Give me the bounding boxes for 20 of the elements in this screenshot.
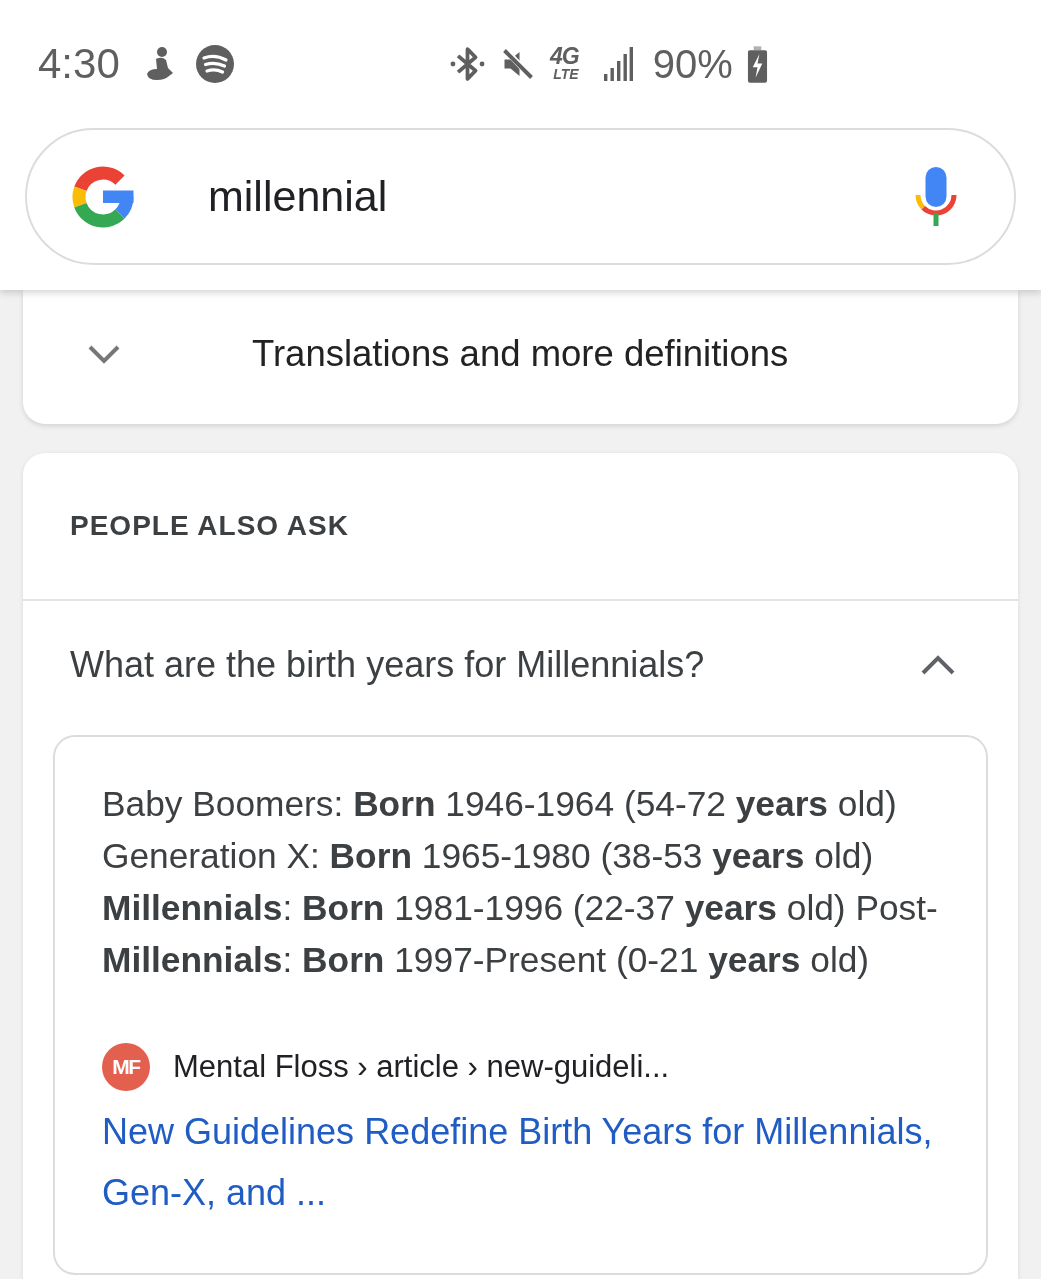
more-definitions-toggle[interactable]: Translations and more definitions (252, 333, 789, 375)
network-type-label: 4G LTE (550, 46, 579, 82)
arcs-in-circle-icon (194, 44, 235, 84)
signal-icon (602, 47, 633, 81)
chevron-down-icon[interactable] (87, 343, 121, 365)
section-heading: PEOPLE ALSO ASK (70, 510, 349, 542)
site-favicon: MF (102, 1043, 150, 1091)
chevron-up-icon[interactable] (920, 654, 956, 676)
muted-speaker-icon (500, 46, 536, 82)
bluetooth-icon (450, 45, 485, 83)
source-breadcrumb: Mental Floss › article › new-guideli... (173, 1049, 670, 1085)
status-time: 4:30 (38, 40, 120, 88)
person-icon (144, 46, 175, 82)
battery-percentage: 90% (652, 41, 733, 87)
search-input[interactable]: millennial (208, 172, 914, 221)
question-toggle[interactable]: What are the birth years for Millennials? (70, 644, 705, 686)
microphone-icon[interactable] (914, 166, 958, 227)
answer-snippet: Baby Boomers: Born 1946-1964 (54-72 years old) Generation X: Born 1965-1980 (38-53 years old) Millennials: Born 1981-1996 (22-37 years old) Post-Millennials: Born 1997-Present (0-21 years old) (102, 783, 939, 981)
result-link[interactable]: New Guidelines Redefine Birth Years for Millennials, Gen-X, and ... (102, 1101, 953, 1223)
search-field[interactable]: millennial (25, 128, 1016, 265)
